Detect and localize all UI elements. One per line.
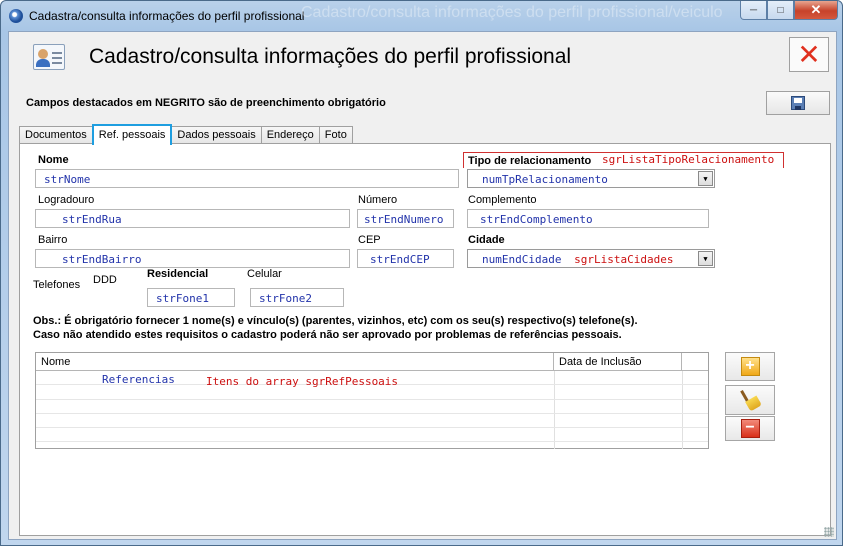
complemento-input[interactable]: strEndComplemento: [467, 209, 709, 228]
add-button[interactable]: +: [725, 352, 775, 381]
app-globe-icon: [9, 9, 23, 23]
main-window: Cadastra/consulta informações do perfil …: [0, 0, 843, 546]
chevron-down-icon[interactable]: ▼: [698, 251, 713, 266]
ref-pessoais-panel: Nome strNome Tipo de relacionamento sgrL…: [19, 143, 831, 536]
nome-label: Nome: [38, 154, 69, 166]
broom-icon: [739, 389, 762, 412]
celular-input[interactable]: strFone2: [250, 288, 344, 307]
telefones-label: Telefones: [33, 279, 81, 291]
complemento-label: Complemento: [468, 194, 537, 206]
clear-button[interactable]: [725, 385, 775, 415]
window-title: Cadastra/consulta informações do perfil …: [29, 9, 305, 23]
obs-line-1: Obs.: É obrigatório fornecer 1 nome(s) e…: [33, 315, 638, 327]
cidade-label: Cidade: [468, 234, 505, 246]
cidade-list-annotation: sgrListaCidades: [574, 253, 674, 266]
tipo-list-annotation: sgrListaTipoRelacionamento: [602, 153, 775, 166]
table-row[interactable]: [36, 428, 708, 442]
page-title: Cadastro/consulta informações do perfil …: [89, 45, 572, 68]
table-row[interactable]: [36, 414, 708, 428]
ghost-title: Cadastro/consulta informações do perfil …: [301, 4, 723, 21]
residencial-label: Residencial: [147, 268, 209, 280]
numero-label: Número: [358, 194, 398, 206]
referencias-grid[interactable]: Nome Data de Inclusão Referencias Itens …: [35, 352, 709, 449]
logradouro-label: Logradouro: [38, 194, 95, 206]
minus-icon: −: [740, 419, 760, 438]
client-area: Cadastro/consulta informações do perfil …: [8, 31, 837, 540]
table-row[interactable]: Referencias Itens do array sgrRefPessoai…: [36, 371, 708, 388]
residencial-input[interactable]: strFone1: [147, 288, 235, 307]
nome-input[interactable]: strNome: [35, 169, 459, 188]
resize-grip[interactable]: [824, 527, 834, 537]
required-fields-note: Campos destacados em NEGRITO são de pree…: [26, 97, 386, 109]
tipo-relacionamento-select[interactable]: numTpRelacionamento ▼: [467, 169, 715, 188]
save-button[interactable]: [766, 91, 830, 115]
floppy-disk-icon: [791, 96, 805, 110]
cidade-value: numEndCidade: [482, 253, 562, 266]
plus-icon: +: [740, 357, 760, 376]
cidade-select[interactable]: numEndCidade sgrListaCidades ▼: [467, 249, 715, 268]
row-nome: Referencias: [102, 373, 175, 386]
numero-input[interactable]: strEndNumero: [357, 209, 454, 228]
logradouro-input[interactable]: strEndRua: [35, 209, 350, 228]
tab-ref-pessoais[interactable]: Ref. pessoais: [91, 124, 173, 145]
title-bar[interactable]: Cadastra/consulta informações do perfil …: [1, 1, 842, 31]
cep-input[interactable]: strEndCEP: [357, 249, 454, 268]
close-icon: ✕: [797, 38, 821, 70]
grid-header: Nome Data de Inclusão: [36, 353, 708, 371]
bairro-label: Bairro: [38, 234, 68, 246]
obs-note: Obs.: É obrigatório fornecer 1 nome(s) e…: [33, 314, 638, 342]
window-close-button[interactable]: ✕: [794, 1, 838, 20]
celular-label: Celular: [247, 268, 282, 280]
chevron-down-icon[interactable]: ▼: [698, 171, 713, 186]
ddd-label: DDD: [93, 274, 117, 286]
tab-strip: Documentos Ref. pessoais Dados pessoais …: [19, 124, 353, 145]
obs-line-2: Caso não atendido estes requisitos o cad…: [33, 329, 622, 341]
tipo-relacionamento-value: numTpRelacionamento: [482, 173, 608, 186]
col-nome-header[interactable]: Nome: [36, 353, 554, 370]
col-data-header[interactable]: Data de Inclusão: [554, 353, 682, 370]
bairro-input[interactable]: strEndBairro: [35, 249, 350, 268]
table-row[interactable]: [36, 386, 708, 400]
profile-card-icon: [33, 44, 65, 70]
close-form-button[interactable]: ✕: [789, 37, 829, 72]
remove-button[interactable]: −: [725, 416, 775, 441]
cep-label: CEP: [358, 234, 381, 246]
minimize-button[interactable]: ─: [740, 1, 767, 20]
table-row[interactable]: [36, 400, 708, 414]
tipo-relacionamento-label: Tipo de relacionamento: [468, 155, 592, 167]
maximize-button[interactable]: □: [767, 1, 794, 20]
